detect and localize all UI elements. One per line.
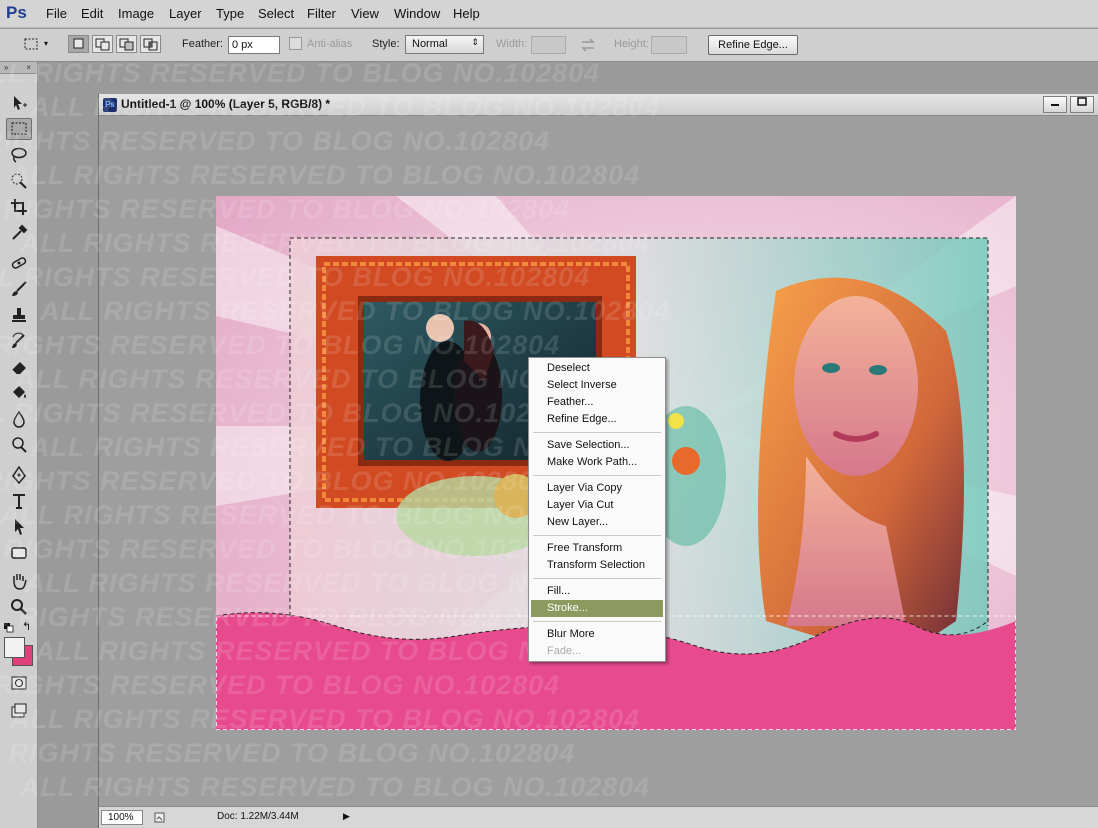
- eraser-tool-icon[interactable]: [6, 356, 32, 378]
- document-ps-icon: Ps: [103, 98, 117, 112]
- menu-separator: [533, 621, 661, 622]
- lasso-tool-icon[interactable]: [6, 144, 32, 166]
- menu-view[interactable]: View: [345, 0, 385, 28]
- crop-tool-icon[interactable]: [6, 196, 32, 218]
- context-menu-stroke[interactable]: Stroke...: [531, 600, 663, 617]
- menu-image[interactable]: Image: [112, 0, 160, 28]
- photoshop-window: Ps File Edit Image Layer Type Select Fil…: [0, 0, 1098, 828]
- photoshop-logo: Ps: [6, 3, 27, 22]
- document-size: Doc: 1.22M/3.44M: [217, 811, 299, 822]
- feather-label: Feather:: [182, 38, 223, 50]
- context-menu-new-layer[interactable]: New Layer...: [531, 514, 663, 531]
- woman-portrait: [758, 277, 964, 661]
- marquee-preset-icon[interactable]: [22, 35, 42, 53]
- status-bar: 100% Doc: 1.22M/3.44M ▶: [99, 806, 1098, 828]
- default-colors-icon[interactable]: [4, 622, 14, 633]
- menu-separator: [533, 578, 661, 579]
- antialias-checkbox[interactable]: [289, 37, 302, 50]
- type-tool-icon[interactable]: [6, 490, 32, 512]
- zoom-tool-icon[interactable]: [6, 596, 32, 618]
- paint-bucket-tool-icon[interactable]: [6, 382, 32, 404]
- context-menu: Deselect Select Inverse Feather... Refin…: [528, 357, 666, 662]
- preset-dropdown-arrow-icon[interactable]: ▾: [44, 35, 56, 53]
- style-select-arrow-icon: ⇕: [471, 37, 479, 47]
- menu-select[interactable]: Select: [252, 0, 300, 28]
- style-select[interactable]: Normal ⇕: [405, 35, 484, 54]
- rectangular-marquee-tool-icon[interactable]: [6, 118, 32, 140]
- screen-mode-icon[interactable]: [6, 700, 32, 722]
- context-menu-select-inverse[interactable]: Select Inverse: [531, 377, 663, 394]
- hand-tool-icon[interactable]: [6, 570, 32, 592]
- quick-mask-icon[interactable]: [6, 672, 32, 694]
- zoom-level-field[interactable]: 100%: [101, 810, 143, 825]
- context-menu-fill[interactable]: Fill...: [531, 583, 663, 600]
- rectangle-tool-icon[interactable]: [6, 542, 32, 564]
- document-title: Untitled-1 @ 100% (Layer 5, RGB/8) *: [121, 97, 331, 111]
- context-menu-make-work-path[interactable]: Make Work Path...: [531, 454, 663, 471]
- path-selection-tool-icon[interactable]: [6, 516, 32, 538]
- width-input[interactable]: [531, 36, 566, 54]
- menu-separator: [533, 432, 661, 433]
- menu-separator: [533, 475, 661, 476]
- context-menu-free-transform[interactable]: Free Transform: [531, 540, 663, 557]
- context-menu-save-selection[interactable]: Save Selection...: [531, 437, 663, 454]
- move-tool-icon[interactable]: [6, 92, 32, 114]
- menu-edit[interactable]: Edit: [75, 0, 109, 28]
- menu-filter[interactable]: Filter: [301, 0, 342, 28]
- pen-tool-icon[interactable]: [6, 464, 32, 486]
- menu-help[interactable]: Help: [447, 0, 486, 28]
- feather-input[interactable]: 0 px: [228, 36, 280, 54]
- swap-width-height-icon[interactable]: [579, 36, 597, 54]
- foreground-color-swatch[interactable]: [4, 637, 25, 658]
- refine-edge-button[interactable]: Refine Edge...: [708, 35, 798, 55]
- context-menu-layer-via-copy[interactable]: Layer Via Copy: [531, 480, 663, 497]
- dodge-tool-icon[interactable]: [6, 434, 32, 456]
- context-menu-transform-selection[interactable]: Transform Selection: [531, 557, 663, 574]
- width-label: Width:: [496, 38, 528, 50]
- document-title-bar[interactable]: Ps Untitled-1 @ 100% (Layer 5, RGB/8) *: [99, 94, 1098, 116]
- menu-bar: Ps File Edit Image Layer Type Select Fil…: [0, 0, 1098, 28]
- context-menu-deselect[interactable]: Deselect: [531, 360, 663, 377]
- minimize-window-button[interactable]: [1043, 96, 1067, 113]
- height-input[interactable]: [651, 36, 687, 54]
- toolbox-panel: » × ↰: [0, 62, 38, 828]
- context-menu-layer-via-cut[interactable]: Layer Via Cut: [531, 497, 663, 514]
- blur-tool-icon[interactable]: [6, 408, 32, 430]
- spot-healing-tool-icon[interactable]: [6, 252, 32, 274]
- add-to-selection-button[interactable]: [92, 35, 113, 53]
- brush-tool-icon[interactable]: [6, 278, 32, 300]
- context-menu-refine-edge[interactable]: Refine Edge...: [531, 411, 663, 428]
- subtract-from-selection-button[interactable]: [116, 35, 137, 53]
- height-label: Height:: [614, 38, 649, 50]
- context-menu-blur-more[interactable]: Blur More: [531, 626, 663, 643]
- quick-selection-tool-icon[interactable]: [6, 170, 32, 192]
- clone-stamp-tool-icon[interactable]: [6, 304, 32, 326]
- style-select-value: Normal: [412, 38, 448, 50]
- eyedropper-tool-icon[interactable]: [6, 222, 32, 244]
- status-icon[interactable]: [153, 810, 167, 825]
- menu-window[interactable]: Window: [388, 0, 446, 28]
- menu-file[interactable]: File: [40, 0, 73, 28]
- collapse-toolbox-icon[interactable]: »: [4, 63, 8, 72]
- intersect-selection-button[interactable]: [140, 35, 161, 53]
- menu-type[interactable]: Type: [210, 0, 250, 28]
- maximize-window-button[interactable]: [1070, 96, 1094, 113]
- toolbox-header: » ×: [0, 62, 37, 74]
- history-brush-tool-icon[interactable]: [6, 330, 32, 352]
- menu-separator: [533, 535, 661, 536]
- close-toolbox-icon[interactable]: ×: [26, 62, 31, 74]
- new-selection-button[interactable]: [68, 35, 89, 53]
- watermark-text: ALL RIGHTS RESERVED TO BLOG NO.102804: [0, 58, 601, 88]
- context-menu-fade: Fade...: [547, 645, 582, 657]
- menu-layer[interactable]: Layer: [163, 0, 208, 28]
- context-menu-feather[interactable]: Feather...: [531, 394, 663, 411]
- style-label: Style:: [372, 38, 400, 50]
- status-menu-arrow-icon[interactable]: ▶: [343, 811, 355, 825]
- swap-colors-icon[interactable]: ↰: [22, 620, 34, 633]
- antialias-label: Anti-alias: [307, 38, 353, 50]
